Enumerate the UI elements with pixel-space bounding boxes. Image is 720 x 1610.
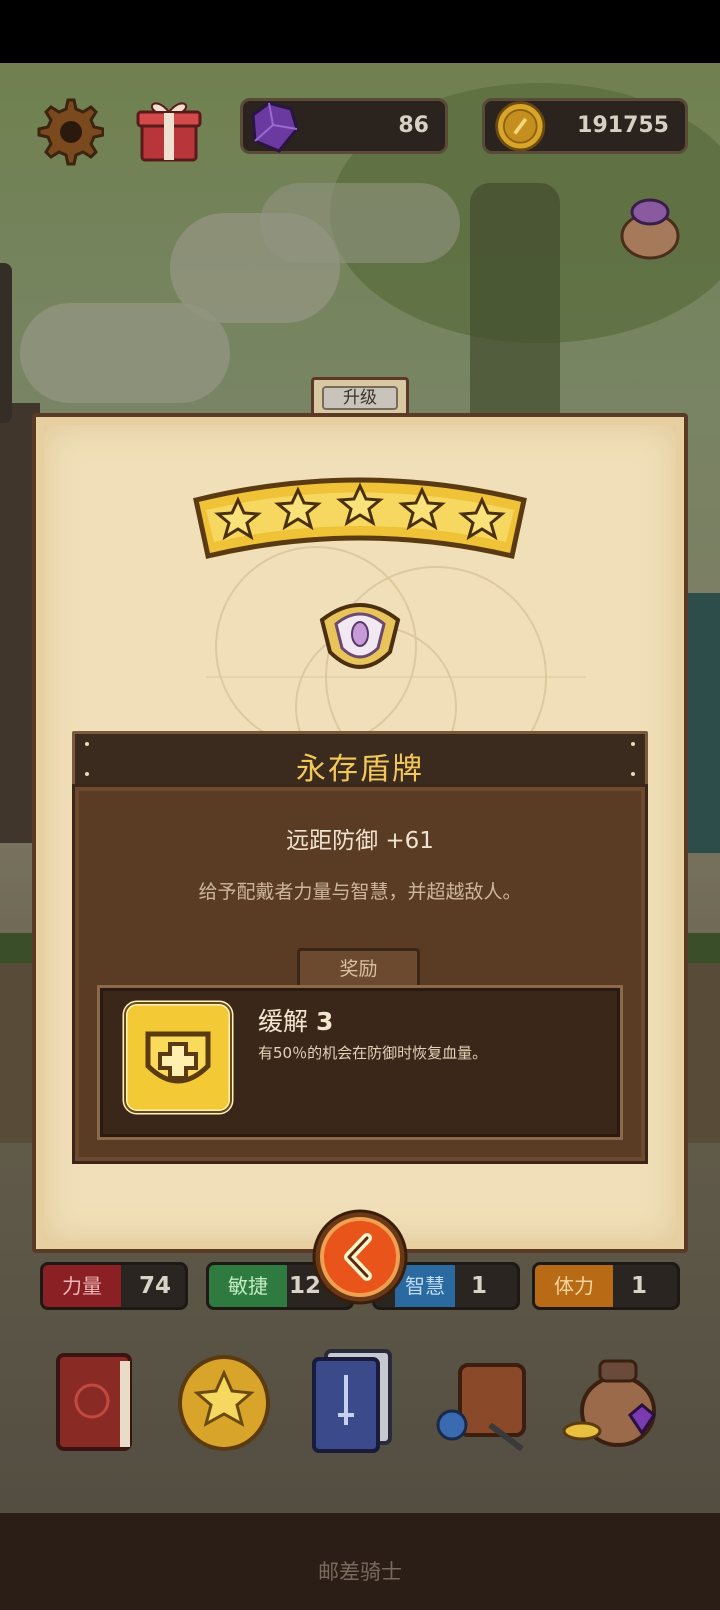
reward-name: 缓解 bbox=[258, 1007, 309, 1036]
attr-label: 体力 bbox=[535, 1265, 613, 1307]
gift-box-icon[interactable] bbox=[136, 96, 202, 164]
upgrade-tab[interactable]: 升级 bbox=[311, 377, 409, 417]
purple-pouch-icon[interactable] bbox=[614, 190, 686, 262]
item-name-bar: 永存盾牌 bbox=[72, 731, 648, 787]
item-stat: 远距防御 +61 bbox=[286, 828, 434, 854]
attr-value: 74 bbox=[138, 1273, 171, 1299]
settings-gear-icon[interactable] bbox=[32, 96, 104, 168]
attr-stamina: 体力 1 bbox=[532, 1262, 680, 1310]
book-icon[interactable] bbox=[50, 1345, 160, 1455]
star-coin-icon[interactable] bbox=[176, 1345, 286, 1455]
attr-value: 1 bbox=[470, 1273, 487, 1299]
attr-label: 敏捷 bbox=[209, 1265, 287, 1307]
back-button[interactable] bbox=[311, 1208, 409, 1306]
healing-shield-icon bbox=[122, 1000, 234, 1115]
item-flavor-text: 给予配戴者力量与智慧，并超越敌人。 bbox=[198, 881, 522, 903]
star-rating-banner bbox=[190, 470, 530, 580]
gold-coin-icon bbox=[495, 101, 546, 152]
gem-counter[interactable]: 86 bbox=[240, 98, 448, 154]
shield-emblem-icon bbox=[312, 590, 408, 686]
reward-description: 有50％的机会在防御时恢复血量。 bbox=[258, 1044, 488, 1062]
coin-count: 191755 bbox=[577, 113, 669, 138]
reward-level: 3 bbox=[315, 1007, 334, 1036]
item-name: 永存盾牌 bbox=[296, 752, 424, 787]
reward-title: 缓解 3 bbox=[258, 1002, 333, 1038]
attr-strength: 力量 74 bbox=[40, 1262, 188, 1310]
card-deck-icon[interactable] bbox=[306, 1345, 416, 1455]
upgrade-tab-label: 升级 bbox=[322, 386, 398, 410]
backpack-icon[interactable] bbox=[430, 1345, 540, 1455]
footer-game-title: 邮差骑士 bbox=[318, 1560, 402, 1584]
treasure-bag-icon[interactable] bbox=[560, 1345, 670, 1455]
gem-count: 86 bbox=[398, 113, 429, 138]
attr-value: 1 bbox=[630, 1273, 647, 1299]
reward-tab: 奖励 bbox=[297, 948, 420, 988]
coin-counter[interactable]: 191755 bbox=[482, 98, 688, 154]
attr-label: 力量 bbox=[43, 1265, 121, 1307]
status-bar bbox=[0, 0, 720, 63]
purple-gem-icon bbox=[251, 101, 299, 153]
